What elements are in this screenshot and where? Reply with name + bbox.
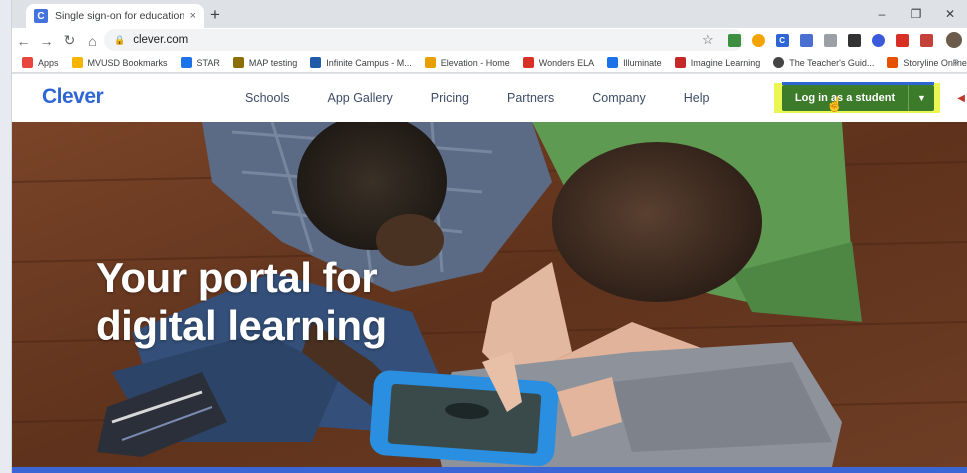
- bookmark-infinite-campus[interactable]: Infinite Campus - M...: [310, 57, 412, 68]
- ext-dark-icon[interactable]: [847, 33, 861, 47]
- nav-schools[interactable]: Schools: [245, 91, 289, 105]
- bookmark-map-testing[interactable]: MAP testing: [232, 57, 297, 68]
- minimize-button[interactable]: –: [865, 0, 899, 28]
- nav-partners[interactable]: Partners: [507, 91, 554, 105]
- login-control: Log in as a student ▼: [774, 82, 940, 113]
- ext-green-square-icon[interactable]: [727, 33, 741, 47]
- ext-clever-icon[interactable]: C: [775, 33, 789, 47]
- bookmark-apps[interactable]: Apps: [22, 57, 59, 68]
- nav-pricing[interactable]: Pricing: [431, 91, 469, 105]
- browser-toolbar: ← → ↻ ⌂ 🔒 clever.com ☆ C ⋮: [12, 28, 967, 53]
- bookmarks-bar: Apps MVUSD Bookmarks STAR MAP testing In…: [12, 53, 967, 73]
- folder-icon: [71, 57, 83, 68]
- hero-title: Your portal for digital learning: [96, 254, 387, 350]
- tab-close-icon[interactable]: ×: [190, 10, 196, 22]
- bookmark-wonders[interactable]: Wonders ELA: [522, 57, 594, 68]
- tab-clever[interactable]: C Single sign-on for education | Cl ×: [26, 4, 204, 28]
- window-controls: – ❐ ✕: [865, 0, 967, 28]
- home-icon[interactable]: ⌂: [81, 33, 104, 49]
- nav-help[interactable]: Help: [684, 91, 710, 105]
- ext-red-dots-icon[interactable]: [919, 33, 933, 47]
- new-tab-button[interactable]: +: [210, 6, 220, 24]
- bookmark-elevation[interactable]: Elevation - Home: [424, 57, 510, 68]
- ext-blue-circle-icon[interactable]: [871, 33, 885, 47]
- tab-strip: C Single sign-on for education | Cl × + …: [12, 0, 967, 28]
- clever-favicon-icon: C: [34, 9, 48, 23]
- hero-title-line-1: Your portal for: [96, 254, 378, 301]
- lock-icon[interactable]: 🔒: [114, 35, 125, 46]
- login-dropdown-caret-icon[interactable]: ▼: [908, 85, 934, 111]
- profile-avatar[interactable]: [945, 32, 962, 48]
- hero-section: Your portal for digital learning: [12, 122, 967, 467]
- nav-app-gallery[interactable]: App Gallery: [327, 91, 392, 105]
- campus-icon: [310, 57, 322, 68]
- address-bar[interactable]: 🔒 clever.com: [104, 29, 744, 51]
- ext-grey-icon[interactable]: [823, 33, 837, 47]
- hero-bottom-bar: [12, 467, 967, 473]
- clever-logo[interactable]: Clever: [42, 85, 104, 109]
- apps-grid-icon: [22, 57, 33, 68]
- bookmark-mvusd[interactable]: MVUSD Bookmarks: [71, 57, 168, 68]
- bookmark-star[interactable]: STAR: [180, 57, 220, 68]
- forward-arrow-icon[interactable]: →: [35, 33, 58, 49]
- illuminate-icon: [607, 57, 619, 68]
- extension-icons: ☆ C ⋮: [702, 32, 967, 48]
- nav-company[interactable]: Company: [592, 91, 646, 105]
- map-icon: [232, 57, 244, 68]
- wonders-icon: [522, 57, 534, 68]
- back-arrow-icon[interactable]: ←: [12, 33, 35, 49]
- bookmark-illuminate[interactable]: Illuminate: [607, 57, 662, 68]
- globe-icon: [773, 57, 785, 68]
- site-nav: Schools App Gallery Pricing Partners Com…: [245, 91, 747, 105]
- bookmark-imagine[interactable]: Imagine Learning: [674, 57, 760, 68]
- red-arrow-icon: ◀: [957, 93, 965, 104]
- bars-icon: [424, 57, 436, 68]
- login-as-student-button[interactable]: Log in as a student: [782, 85, 908, 111]
- imagine-icon: [674, 57, 686, 68]
- bookmarks-overflow-icon[interactable]: »: [953, 56, 959, 67]
- reload-icon[interactable]: ↻: [58, 32, 81, 49]
- tab-title: Single sign-on for education | Cl: [55, 10, 184, 22]
- site-header: Clever Schools App Gallery Pricing Partn…: [12, 74, 967, 122]
- star-r-icon: [180, 57, 192, 68]
- left-edge-strip: [0, 0, 12, 473]
- ext-shield-icon[interactable]: [799, 33, 813, 47]
- browser-window: C Single sign-on for education | Cl × + …: [0, 0, 967, 473]
- bookmark-teachers-guide[interactable]: The Teacher's Guid...: [773, 57, 874, 68]
- ext-red-icon[interactable]: [895, 33, 909, 47]
- restore-button[interactable]: ❐: [899, 0, 933, 28]
- storyline-icon: [887, 57, 899, 68]
- ext-orange-compass-icon[interactable]: [751, 33, 765, 47]
- close-window-button[interactable]: ✕: [933, 0, 967, 28]
- hero-title-line-2: digital learning: [96, 302, 387, 349]
- hand-cursor-icon: ☝: [826, 96, 844, 112]
- url-text[interactable]: clever.com: [133, 34, 188, 46]
- bookmark-star-icon[interactable]: ☆: [702, 32, 714, 48]
